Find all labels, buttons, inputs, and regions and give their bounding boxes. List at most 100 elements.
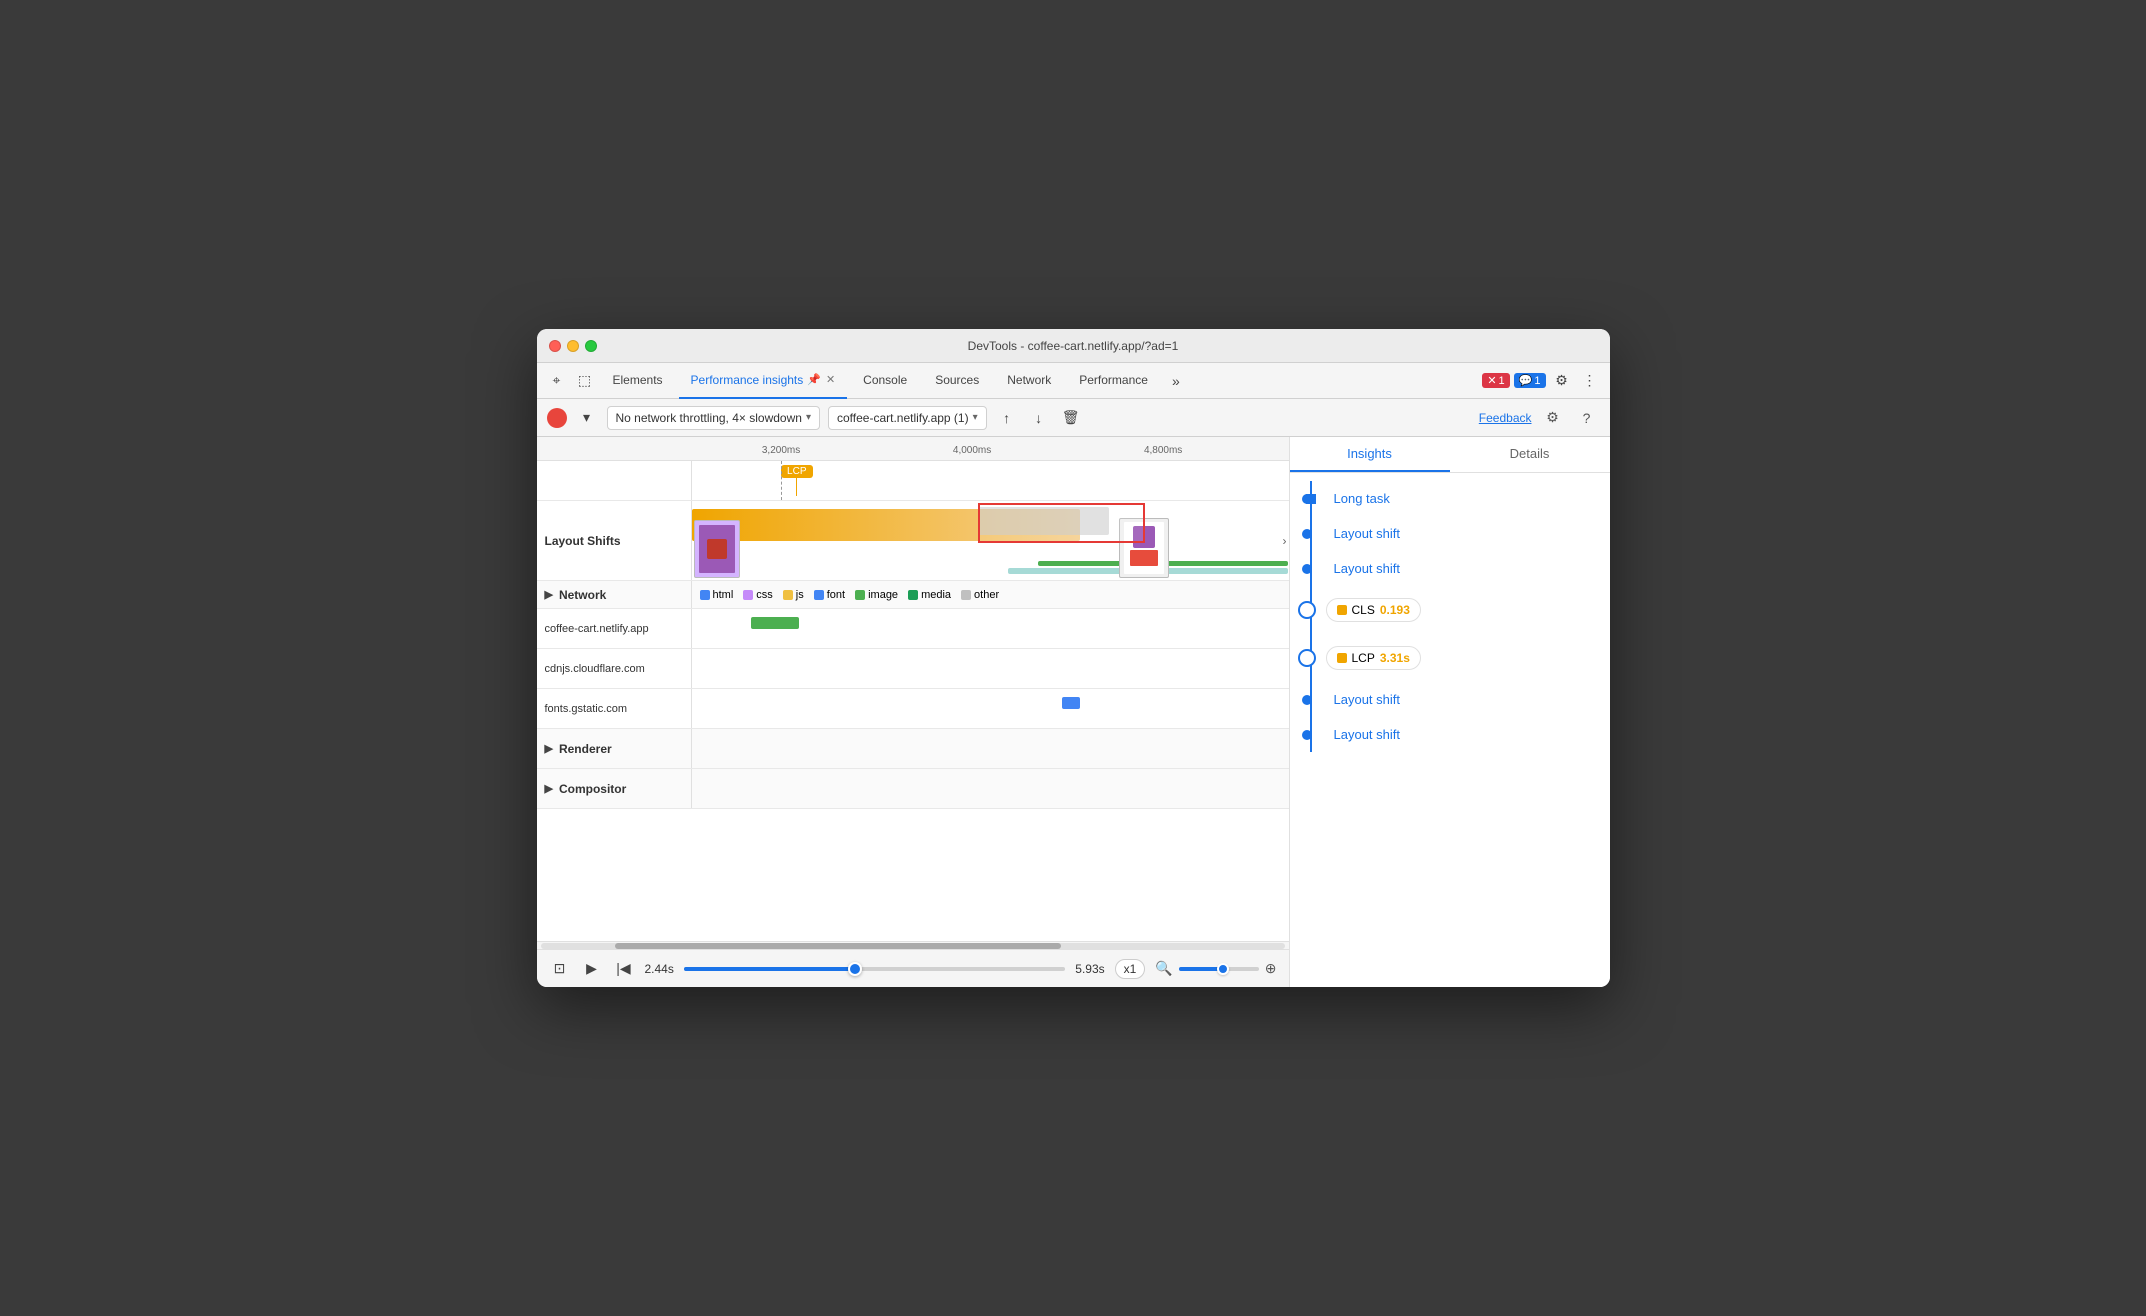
playback-thumb[interactable] [848, 962, 862, 976]
minimize-button[interactable] [567, 340, 579, 352]
ruler-tick-3: 4,800ms [1144, 445, 1182, 456]
error-icon: ✕ [1487, 374, 1496, 387]
media-label: media [921, 589, 951, 601]
target-dropdown[interactable]: coffee-cart.netlify.app (1) ▾ [828, 406, 987, 430]
zoom-out-icon[interactable]: 🔍 [1155, 960, 1172, 977]
legend-html: html [700, 589, 734, 601]
network-legend: html css js font [692, 581, 1289, 608]
skip-to-start-button[interactable]: |◀ [613, 958, 635, 980]
playback-start-time: 2.44s [645, 962, 674, 976]
error-badge[interactable]: ✕ 1 [1482, 373, 1509, 388]
cls-circle-marker [1298, 601, 1316, 619]
legend-css: css [743, 589, 773, 601]
scrollbar-thumb[interactable] [615, 943, 1061, 949]
devtools-window: DevTools - coffee-cart.netlify.app/?ad=1… [537, 329, 1610, 987]
dot-1 [1302, 494, 1312, 504]
target-label: coffee-cart.netlify.app (1) [837, 411, 969, 425]
tab-performance[interactable]: Performance [1067, 363, 1160, 399]
compositor-row: ▶ Compositor [537, 769, 1289, 809]
lcp-marker: LCP [781, 465, 812, 496]
layout-shift-selection [978, 503, 1145, 543]
lcp-badge-row-badge: LCP 3.31s [1326, 646, 1421, 670]
more-options-icon[interactable]: ⋮ [1578, 369, 1602, 393]
record-dropdown-icon[interactable]: ▾ [575, 406, 599, 430]
layout-shift-1-link[interactable]: Layout shift [1334, 526, 1401, 541]
network-row-2: cdnjs.cloudflare.com [537, 649, 1289, 689]
layout-shift-3-item: Layout shift [1326, 682, 1610, 717]
tab-details[interactable]: Details [1450, 437, 1610, 472]
compositor-label[interactable]: ▶ Compositor [537, 769, 692, 808]
error-count: 1 [1499, 375, 1505, 387]
lcp-dot [1337, 653, 1347, 663]
layout-shift-3-link[interactable]: Layout shift [1334, 692, 1401, 707]
settings2-icon[interactable]: ⚙ [1540, 405, 1566, 431]
screenshot-left[interactable] [694, 520, 740, 578]
playback-bar: ⊡ ▶ |◀ 2.44s 5.93s x1 🔍 ⊕ [537, 949, 1289, 987]
target-dropdown-arrow: ▾ [973, 412, 978, 423]
throttling-dropdown[interactable]: No network throttling, 4× slowdown ▾ [607, 406, 820, 430]
dot-2 [1302, 529, 1312, 539]
tab-network[interactable]: Network [995, 363, 1063, 399]
settings-icon[interactable]: ⚙ [1550, 369, 1574, 393]
playback-slider[interactable] [684, 967, 1065, 971]
network-content-3 [692, 689, 1289, 728]
layout-shift-1-item: Layout shift [1326, 516, 1610, 551]
long-task-link[interactable]: Long task [1334, 491, 1390, 506]
renderer-row: ▶ Renderer [537, 729, 1289, 769]
zoom-slider[interactable] [1179, 967, 1259, 971]
ruler-tick-2: 4,000ms [953, 445, 991, 456]
tab-console[interactable]: Console [851, 363, 919, 399]
title-bar: DevTools - coffee-cart.netlify.app/?ad=1 [537, 329, 1610, 363]
cls-badge-row: CLS 0.193 [1326, 586, 1610, 634]
close-button[interactable] [549, 340, 561, 352]
inspect-icon[interactable]: ⬚ [573, 369, 597, 393]
tab-close-icon[interactable]: ✕ [826, 373, 835, 386]
download-icon[interactable]: ↓ [1027, 406, 1051, 430]
renderer-label[interactable]: ▶ Renderer [537, 729, 692, 768]
expand-icon[interactable]: › [1283, 534, 1287, 548]
upload-icon[interactable]: ↑ [995, 406, 1019, 430]
font-label: font [827, 589, 845, 601]
renderer-content [692, 729, 1289, 768]
network-bar-3 [1062, 697, 1080, 709]
play-button[interactable]: ▶ [581, 958, 603, 980]
maximize-button[interactable] [585, 340, 597, 352]
record-button[interactable] [547, 408, 567, 428]
insights-list: Long task Layout shift Layout shift [1290, 473, 1610, 987]
legend-font: font [814, 589, 845, 601]
timeline-rows: LCP Layout Shifts [537, 461, 1289, 941]
long-task-item: Long task [1326, 481, 1610, 516]
layout-shift-2-link[interactable]: Layout shift [1334, 561, 1401, 576]
cls-dot [1337, 605, 1347, 615]
cursor-icon[interactable]: ⌖ [545, 369, 569, 393]
tab-performance-insights[interactable]: Performance insights 📌 ✕ [679, 363, 848, 399]
chat-badge[interactable]: 💬 1 [1514, 373, 1546, 388]
renderer-expand-icon: ▶ [545, 742, 553, 755]
screenshot-view-icon[interactable]: ⊡ [549, 958, 571, 980]
network-host-3: fonts.gstatic.com [537, 689, 692, 728]
dot-5 [1302, 730, 1312, 740]
compositor-expand-icon: ▶ [545, 782, 553, 795]
main-content: 3,200ms 4,000ms 4,800ms LCP [537, 437, 1610, 987]
layout-shift-4-link[interactable]: Layout shift [1334, 727, 1401, 742]
zoom-thumb[interactable] [1217, 963, 1229, 975]
image-color [855, 590, 865, 600]
tab-insights[interactable]: Insights [1290, 437, 1450, 472]
network-label[interactable]: ▶ Network [537, 581, 692, 608]
delete-icon[interactable]: 🗑 [1059, 406, 1083, 430]
more-tabs-icon[interactable]: » [1164, 369, 1188, 393]
speed-badge[interactable]: x1 [1115, 959, 1146, 979]
dropdown-arrow-icon: ▾ [806, 412, 811, 423]
tab-sources[interactable]: Sources [923, 363, 991, 399]
legend-other: other [961, 589, 999, 601]
media-color [908, 590, 918, 600]
zoom-in-icon[interactable]: ⊕ [1265, 960, 1277, 977]
feedback-link[interactable]: Feedback [1479, 411, 1532, 425]
font-color [814, 590, 824, 600]
css-color [743, 590, 753, 600]
cls-value: 0.193 [1380, 603, 1410, 617]
tab-elements[interactable]: Elements [601, 363, 675, 399]
scrollbar-track [541, 943, 1285, 949]
timeline-scrollbar[interactable] [537, 941, 1289, 949]
help-icon[interactable]: ? [1574, 405, 1600, 431]
